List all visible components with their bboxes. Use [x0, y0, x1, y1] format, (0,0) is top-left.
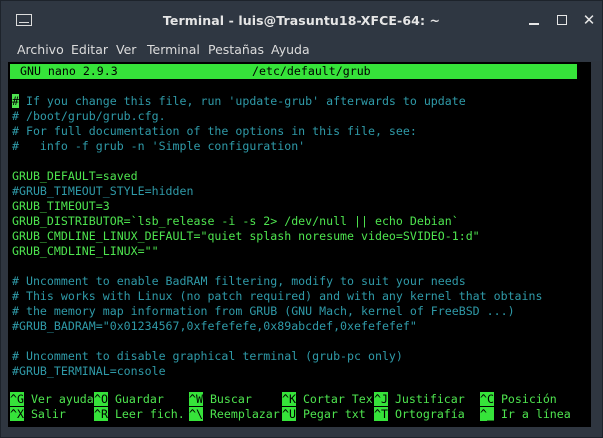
shortcut-key: ^R — [94, 407, 108, 421]
shortcut-item[interactable]: ^_ Ir a línea — [480, 407, 571, 422]
shortcut-item[interactable]: ^X Salir — [10, 407, 66, 422]
shortcut-item[interactable]: ^W Buscar — [189, 392, 252, 407]
menu-editar[interactable]: Editar — [71, 42, 108, 57]
editor-line-text: #GRUB_TIMEOUT_STYLE=hidden — [12, 184, 194, 198]
editor-line: # the memory map information from GRUB (… — [12, 304, 515, 319]
minimize-icon[interactable] — [526, 12, 542, 28]
menu-ayuda[interactable]: Ayuda — [271, 42, 310, 57]
editor-line: GRUB_DEFAULT=saved — [12, 169, 138, 184]
nano-version: GNU nano 2.9.3 — [20, 64, 118, 78]
editor-line-text: # the memory map information from GRUB (… — [12, 304, 515, 318]
shortcut-item[interactable]: ^U Pegar txt — [282, 407, 366, 422]
shortcut-item[interactable]: ^O Guardar — [94, 392, 164, 407]
maximize-icon[interactable] — [554, 12, 570, 28]
shortcut-key: ^_ — [480, 407, 494, 421]
shortcut-label: Justificar — [387, 392, 465, 406]
editor-line: #GRUB_TIMEOUT_STYLE=hidden — [12, 184, 193, 199]
editor-line-text: #GRUB_TERMINAL=console — [12, 364, 166, 378]
shortcut-label: Guardar — [107, 392, 164, 406]
shortcut-item[interactable]: ^J Justificar — [374, 392, 465, 407]
shortcut-item[interactable]: ^R Leer fich. — [94, 407, 185, 422]
shortcut-key: ^J — [374, 392, 388, 406]
editor-line: GRUB_CMDLINE_LINUX_DEFAULT="quiet splash… — [12, 229, 480, 244]
shortcut-label: Pegar txt — [295, 407, 366, 421]
shortcut-item[interactable]: ^G Ver ayuda — [10, 392, 94, 407]
editor-line: GRUB_DISTRIBUTOR=`lsb_release -i -s 2> /… — [12, 214, 459, 229]
shortcut-label: Ir a línea — [493, 407, 571, 421]
nano-filename: /etc/default/grub — [252, 64, 371, 78]
shortcut-key: ^T — [374, 407, 388, 421]
shortcut-key: ^K — [282, 392, 296, 406]
editor-line: GRUB_TIMEOUT=3 — [12, 199, 110, 214]
menu-ver[interactable]: Ver — [116, 42, 136, 57]
shortcut-item[interactable]: ^T Ortografía — [374, 407, 465, 422]
scrollbar[interactable] — [592, 62, 600, 427]
editor-line-text: #GRUB_BADRAM="0x01234567,0xfefefefe,0x89… — [12, 319, 417, 333]
editor-line: # If you change this file, run 'update-g… — [12, 94, 466, 109]
shortcut-label: Buscar — [202, 392, 252, 406]
editor-line-text: # For full documentation of the options … — [12, 124, 417, 138]
menu-pestanas[interactable]: Pestañas — [208, 42, 264, 57]
editor-line: # This works with Linux (no patch requir… — [12, 289, 542, 304]
editor-line-text: GRUB_CMDLINE_LINUX_DEFAULT="quiet splash… — [12, 229, 480, 243]
editor-line: # Uncomment to disable graphical termina… — [12, 349, 403, 364]
shortcut-label: Posición — [493, 392, 557, 406]
editor-line-text: # /boot/grub/grub.cfg. — [12, 109, 166, 123]
editor-line-text: GRUB_TIMEOUT=3 — [12, 199, 110, 213]
editor-line-text: GRUB_DISTRIBUTOR=`lsb_release -i -s 2> /… — [12, 214, 459, 228]
shortcut-label: Salir — [23, 407, 66, 421]
menu-terminal[interactable]: Terminal — [147, 42, 200, 57]
shortcut-key: ^\ — [189, 407, 203, 421]
terminal-area[interactable]: GNU nano 2.9.3 /etc/default/grub # If yo… — [8, 62, 591, 427]
editor-line-text: GRUB_DEFAULT=saved — [12, 169, 138, 183]
text-cursor: # — [12, 94, 19, 108]
editor-line-text: # Uncomment to disable graphical termina… — [12, 349, 403, 363]
editor-line-text: # This works with Linux (no patch requir… — [12, 289, 543, 303]
shortcut-item[interactable]: ^C Posición — [480, 392, 557, 407]
editor-line: # For full documentation of the options … — [12, 124, 417, 139]
shortcut-key: ^X — [10, 407, 24, 421]
shortcut-key: ^G — [10, 392, 24, 406]
window-title: Terminal - luis@Trasuntu18-XFCE-64: ~ — [162, 13, 441, 28]
shortcut-label: Reemplazar — [202, 407, 280, 421]
shortcut-item[interactable]: ^\ Reemplazar — [189, 407, 280, 422]
shortcut-key: ^U — [282, 407, 296, 421]
menu-archivo[interactable]: Archivo — [17, 42, 64, 57]
menu-bar: Archivo Editar Ver Terminal Pestañas Ayu… — [1, 39, 602, 61]
shortcut-key: ^W — [189, 392, 203, 406]
editor-line-text: GRUB_CMDLINE_LINUX="" — [12, 244, 159, 258]
editor-line: # /boot/grub/grub.cfg. — [12, 109, 166, 124]
editor-line: #GRUB_TERMINAL=console — [12, 364, 166, 379]
editor-line: GRUB_CMDLINE_LINUX="" — [12, 244, 159, 259]
shortcut-label: Ortografía — [387, 407, 465, 421]
terminal-window: Terminal - luis@Trasuntu18-XFCE-64: ~ ✕ … — [0, 0, 603, 438]
shortcut-item[interactable]: ^K Cortar Tex — [282, 392, 373, 407]
editor-line: #GRUB_BADRAM="0x01234567,0xfefefefe,0x89… — [12, 319, 417, 334]
editor-line-text: # info -f grub -n 'Simple configuration' — [12, 139, 306, 153]
nano-header: GNU nano 2.9.3 /etc/default/grub — [10, 64, 577, 79]
title-bar[interactable]: Terminal - luis@Trasuntu18-XFCE-64: ~ ✕ — [1, 1, 602, 39]
shortcut-key: ^C — [480, 392, 494, 406]
shortcut-label: Leer fich. — [107, 407, 185, 421]
shortcut-key: ^O — [94, 392, 108, 406]
shortcut-label: Cortar Tex — [295, 392, 373, 406]
editor-line: # Uncomment to enable BadRAM filtering, … — [12, 274, 466, 289]
editor-line: # info -f grub -n 'Simple configuration' — [12, 139, 305, 154]
editor-line-text: If you change this file, run 'update-gru… — [18, 94, 466, 108]
close-icon[interactable]: ✕ — [581, 12, 597, 28]
editor-line-text: # Uncomment to enable BadRAM filtering, … — [12, 274, 466, 288]
shortcut-label: Ver ayuda — [23, 392, 94, 406]
